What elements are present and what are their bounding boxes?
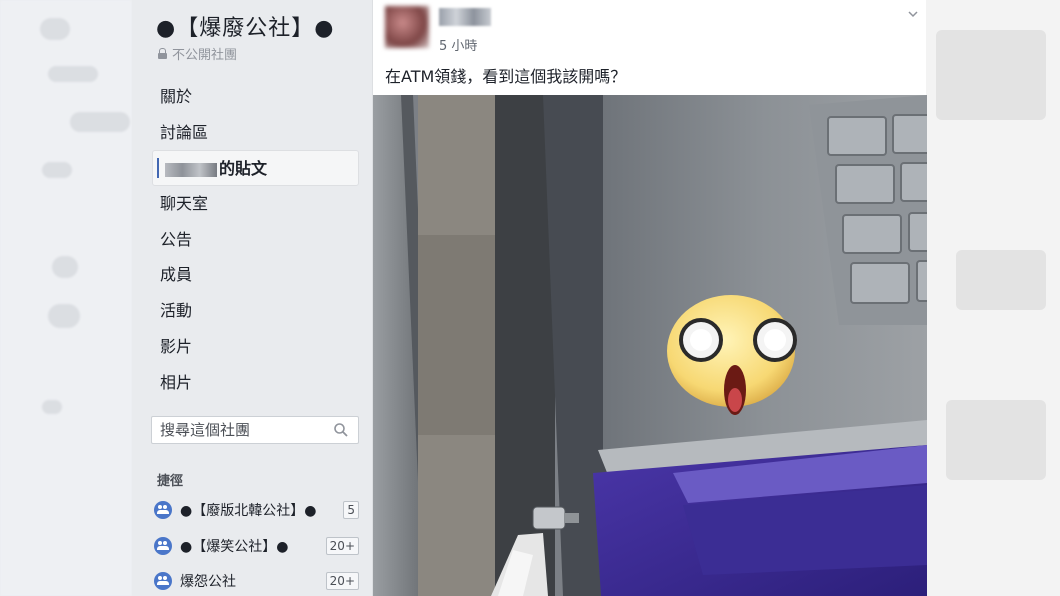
blurred-right-panel (926, 0, 1060, 596)
shortcut-label: 爆怨公社 (180, 574, 236, 590)
shortcut-count-badge: 20+ (325, 537, 359, 555)
group-privacy: 不公開社團 (158, 44, 237, 63)
lock-icon (158, 48, 167, 59)
nav-item-events[interactable]: 活動 (152, 293, 359, 329)
group-privacy-label: 不公開社團 (172, 48, 238, 63)
author-name-redacted[interactable] (439, 8, 491, 26)
nav-item-about[interactable]: 關於 (152, 79, 359, 115)
group-icon (154, 537, 172, 555)
shortcut-item[interactable]: 爆怨公社 20+ (154, 570, 359, 592)
group-title[interactable]: ●【爆廢公社】● (156, 10, 334, 42)
group-icon (154, 572, 172, 590)
nav-item-videos[interactable]: 影片 (152, 329, 359, 365)
shortcut-label: ●【爆笑公社】● (180, 539, 289, 555)
search-icon[interactable] (334, 423, 348, 437)
feed-post: 5 小時 在ATM領錢，看到這個我該開嗎？ (372, 0, 927, 596)
nav-item-announcements[interactable]: 公告 (152, 222, 359, 258)
group-sidebar: ●【爆廢公社】● 不公開社團 關於 討論區 的貼文 聊天室 公告 成員 活動 影… (132, 0, 372, 596)
nav-item-chat[interactable]: 聊天室 (152, 186, 359, 222)
post-text: 在ATM領錢，看到這個我該開嗎？ (385, 67, 627, 86)
group-nav: 關於 討論區 的貼文 聊天室 公告 成員 活動 影片 相片 (152, 79, 359, 400)
post-timestamp[interactable]: 5 小時 (439, 35, 477, 54)
nav-item-discussion[interactable]: 討論區 (152, 115, 359, 151)
shortcut-count-badge: 20+ (325, 572, 359, 590)
shortcut-item[interactable]: ●【爆笑公社】● 20+ (154, 535, 359, 557)
shortcuts-heading: 捷徑 (157, 474, 184, 489)
author-avatar[interactable] (385, 6, 429, 48)
group-icon (154, 501, 172, 519)
blurred-left-panel (0, 0, 132, 596)
nav-item-member-posts[interactable]: 的貼文 (152, 150, 359, 187)
group-search (151, 416, 359, 444)
chevron-down-icon[interactable] (908, 9, 918, 19)
post-photo[interactable] (373, 95, 927, 596)
group-search-input[interactable] (152, 417, 322, 443)
nav-item-members[interactable]: 成員 (152, 257, 359, 293)
nav-item-member-posts-label: 的貼文 (219, 159, 268, 179)
shortcut-count-badge: 5 (343, 501, 359, 519)
shortcut-label: ●【廢版北韓公社】● (180, 503, 317, 519)
nav-item-photos[interactable]: 相片 (152, 365, 359, 401)
redacted-name (165, 162, 217, 177)
shortcut-item[interactable]: ●【廢版北韓公社】● 5 (154, 499, 359, 521)
